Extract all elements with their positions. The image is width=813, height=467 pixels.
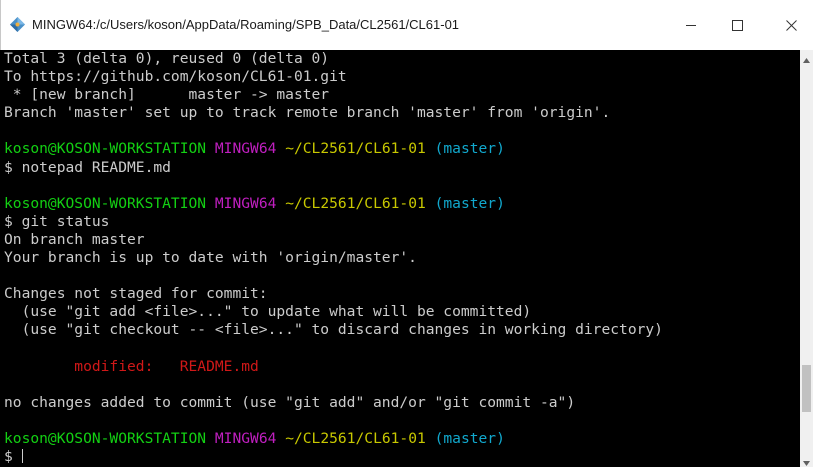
close-icon — [785, 19, 797, 31]
scrollbar-thumb[interactable] — [802, 365, 811, 412]
terminal-line: koson@KOSON-WORKSTATION MINGW64 ~/CL2561… — [4, 430, 800, 448]
terminal-line: no changes added to commit (use "git add… — [4, 394, 800, 412]
terminal-line: Total 3 (delta 0), reused 0 (delta 0) — [4, 50, 800, 68]
terminal-text-segment: $ git status — [4, 212, 110, 230]
terminal-line: Branch 'master' set up to track remote b… — [4, 104, 800, 122]
terminal-text-segment: ~/CL2561/CL61-01 — [285, 194, 426, 212]
terminal-line: Changes not staged for commit: — [4, 285, 800, 303]
maximize-icon — [731, 19, 743, 31]
terminal-line: $ notepad README.md — [4, 159, 800, 177]
terminal-line: (use "git checkout -- <file>..." to disc… — [4, 321, 800, 339]
git-bash-icon — [9, 16, 26, 33]
terminal-text-segment: ~/CL2561/CL61-01 — [285, 140, 426, 158]
terminal-text-segment: MINGW64 — [214, 140, 277, 158]
terminal-text-segment: MINGW64 — [214, 429, 277, 447]
terminal-text-segment: $ notepad README.md — [4, 158, 171, 176]
maximize-button[interactable] — [714, 0, 760, 50]
scroll-up-button[interactable] — [800, 50, 813, 64]
scroll-down-arrow-icon — [803, 451, 810, 467]
close-button[interactable] — [768, 0, 813, 50]
terminal-text-segment: (master) — [434, 429, 505, 447]
terminal-text-segment: Branch 'master' set up to track remote b… — [4, 104, 611, 122]
terminal-text-segment: * [new branch] master -> master — [4, 86, 330, 104]
scroll-down-button[interactable] — [800, 453, 813, 467]
terminal-text-segment: Total 3 (delta 0), reused 0 (delta 0) — [4, 50, 330, 67]
terminal-text-segment: koson@KOSON-WORKSTATION — [4, 194, 207, 212]
terminal-text-segment: (use "git add <file>..." to update what … — [4, 303, 532, 321]
terminal-text-segment: (master) — [434, 140, 505, 158]
terminal-line: $ — [4, 448, 800, 466]
terminal-text-segment: Your branch is up to date with 'origin/m… — [4, 249, 417, 267]
terminal-text-segment: MINGW64 — [214, 194, 277, 212]
minimize-icon — [685, 20, 697, 31]
terminal-line: Your branch is up to date with 'origin/m… — [4, 249, 800, 267]
terminal-line: On branch master — [4, 231, 800, 249]
terminal-text-segment: Changes not staged for commit: — [4, 285, 268, 303]
terminal-line: To https://github.com/koson/CL61-01.git — [4, 68, 800, 86]
title-bar[interactable]: MINGW64:/c/Users/koson/AppData/Roaming/S… — [0, 0, 813, 50]
text-cursor — [21, 449, 23, 464]
terminal-text-segment: (use "git checkout -- <file>..." to disc… — [4, 321, 663, 339]
terminal-line: * [new branch] master -> master — [4, 86, 800, 104]
terminal-line: modified: README.md — [4, 358, 800, 376]
vertical-scrollbar[interactable] — [800, 50, 813, 467]
terminal-line: koson@KOSON-WORKSTATION MINGW64 ~/CL2561… — [4, 140, 800, 158]
terminal-line: $ git status — [4, 213, 800, 231]
terminal-text-segment: $ — [4, 448, 22, 466]
terminal-text-segment: ~/CL2561/CL61-01 — [285, 429, 426, 447]
terminal-line: koson@KOSON-WORKSTATION MINGW64 ~/CL2561… — [4, 195, 800, 213]
window-title: MINGW64:/c/Users/koson/AppData/Roaming/S… — [32, 17, 460, 32]
minimize-button[interactable] — [668, 0, 714, 50]
terminal-line: (use "git add <file>..." to update what … — [4, 303, 800, 321]
terminal-text-segment: modified: README.md — [4, 357, 259, 375]
terminal-text-segment: koson@KOSON-WORKSTATION — [4, 429, 207, 447]
terminal-text-segment: On branch master — [4, 230, 145, 248]
terminal-text-segment: To https://github.com/koson/CL61-01.git — [4, 68, 347, 86]
terminal-text-segment: no changes added to commit (use "git add… — [4, 393, 576, 411]
terminal-output[interactable]: Total 3 (delta 0), reused 0 (delta 0) To … — [0, 50, 800, 467]
terminal-text-segment: (master) — [434, 194, 505, 212]
terminal-window: MINGW64:/c/Users/koson/AppData/Roaming/S… — [0, 0, 813, 467]
terminal-text-segment: koson@KOSON-WORKSTATION — [4, 140, 207, 158]
scroll-up-arrow-icon — [803, 48, 810, 67]
